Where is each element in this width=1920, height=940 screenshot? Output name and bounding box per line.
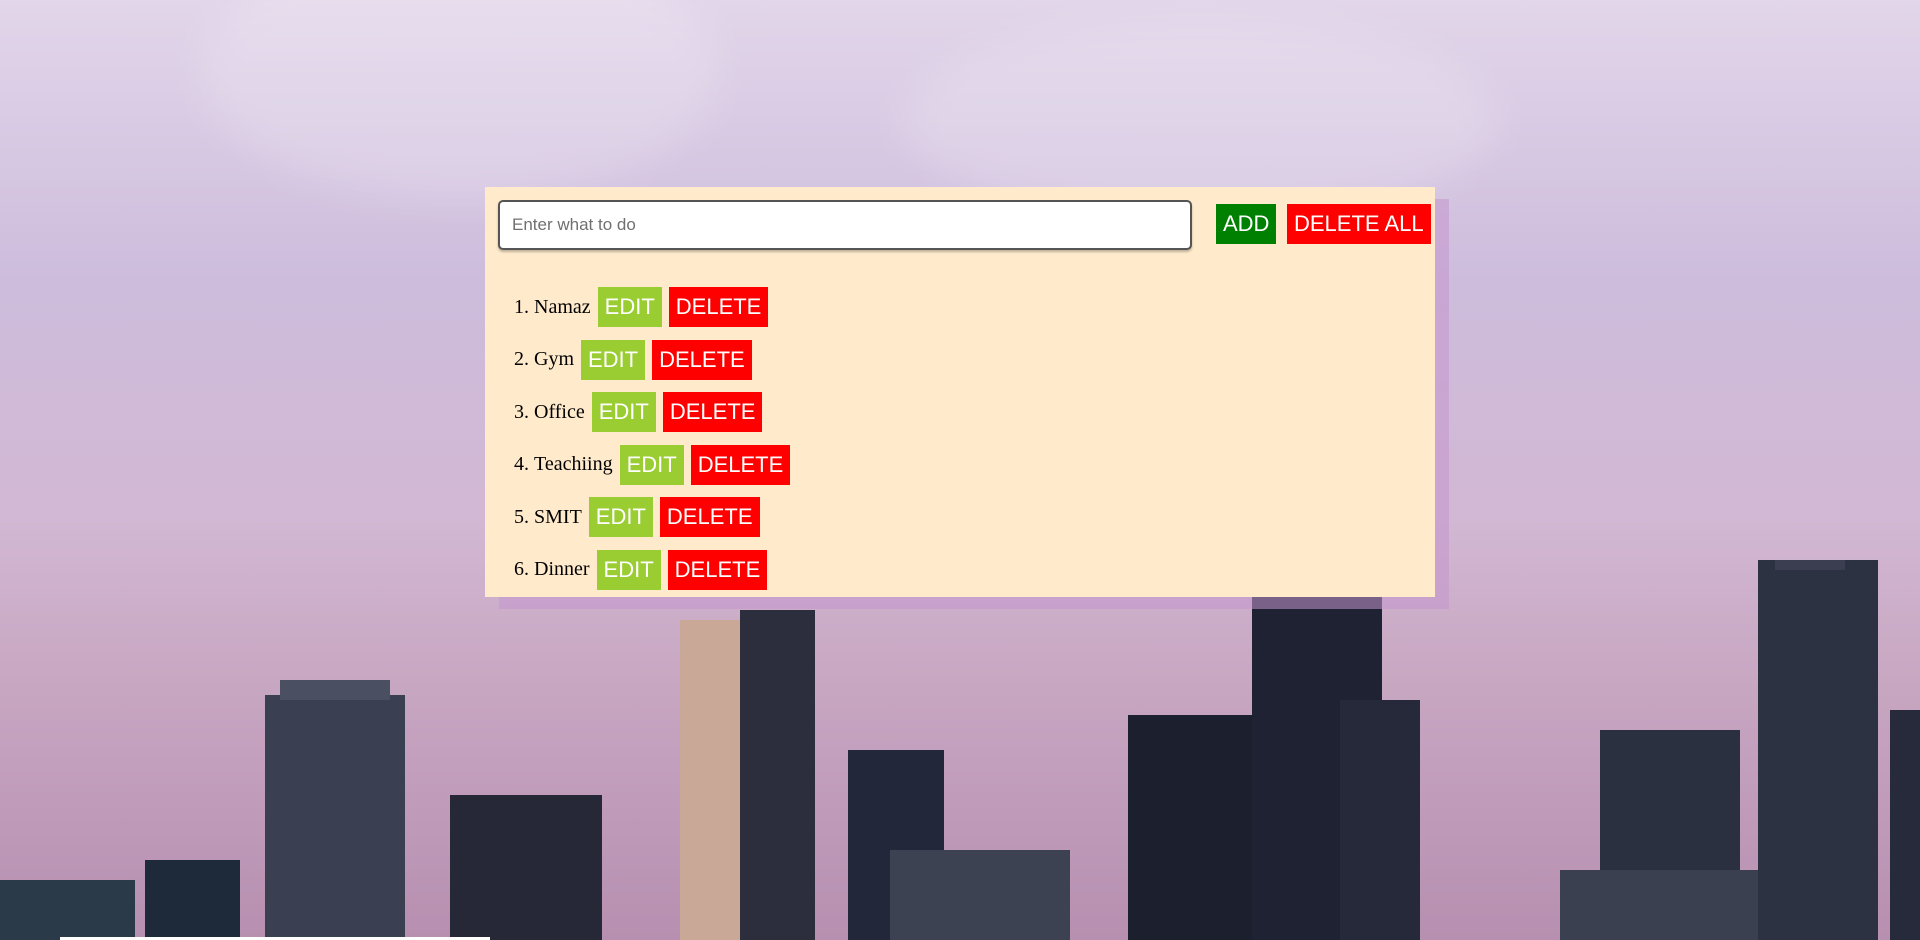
todo-number: 4. (514, 453, 529, 475)
todo-number: 2. (514, 348, 529, 370)
delete-button[interactable]: DELETE (652, 339, 752, 380)
todo-text: Office (534, 400, 585, 423)
todo-number: 3. (514, 400, 529, 423)
todo-item: 5. SMIT EDIT DELETE (514, 497, 790, 537)
todo-text: Teachiing (534, 453, 613, 475)
todo-number: 5. (514, 505, 529, 528)
todo-list: 1. Namaz EDIT DELETE 2. Gym EDIT DELETE … (514, 287, 791, 602)
todo-input[interactable] (498, 200, 1192, 250)
todo-item: 3. Office EDIT DELETE (514, 392, 790, 432)
edit-button[interactable]: EDIT (597, 287, 662, 327)
todo-item: 4. Teachiing EDIT DELETE (514, 444, 791, 485)
delete-button[interactable]: DELETE (668, 287, 769, 327)
todo-number: 6. (514, 558, 529, 580)
todo-text: Gym (534, 348, 574, 370)
city-skyline-background (0, 560, 1920, 940)
background-cloud (200, 0, 720, 200)
todo-text: SMIT (534, 505, 582, 528)
add-button[interactable]: ADD (1216, 204, 1277, 244)
todo-number: 1. (514, 295, 529, 318)
delete-all-button[interactable]: DELETE ALL (1287, 204, 1431, 244)
todo-item: 6. Dinner EDIT DELETE (514, 549, 790, 590)
edit-button[interactable]: EDIT (591, 392, 656, 432)
delete-button[interactable]: DELETE (690, 444, 791, 485)
edit-button[interactable]: EDIT (588, 497, 653, 537)
todo-item: 2. Gym EDIT DELETE (514, 339, 790, 380)
edit-button[interactable]: EDIT (619, 444, 684, 485)
edit-button[interactable]: EDIT (581, 339, 646, 380)
delete-button[interactable]: DELETE (659, 497, 760, 537)
edit-button[interactable]: EDIT (596, 549, 661, 590)
delete-button[interactable]: DELETE (667, 549, 768, 590)
todo-item: 1. Namaz EDIT DELETE (514, 287, 790, 327)
todo-text: Namaz (534, 295, 591, 318)
todo-panel: ADD DELETE ALL 1. Namaz EDIT DELETE 2. G… (485, 187, 1435, 597)
delete-button[interactable]: DELETE (662, 392, 763, 432)
todo-text: Dinner (534, 558, 590, 580)
